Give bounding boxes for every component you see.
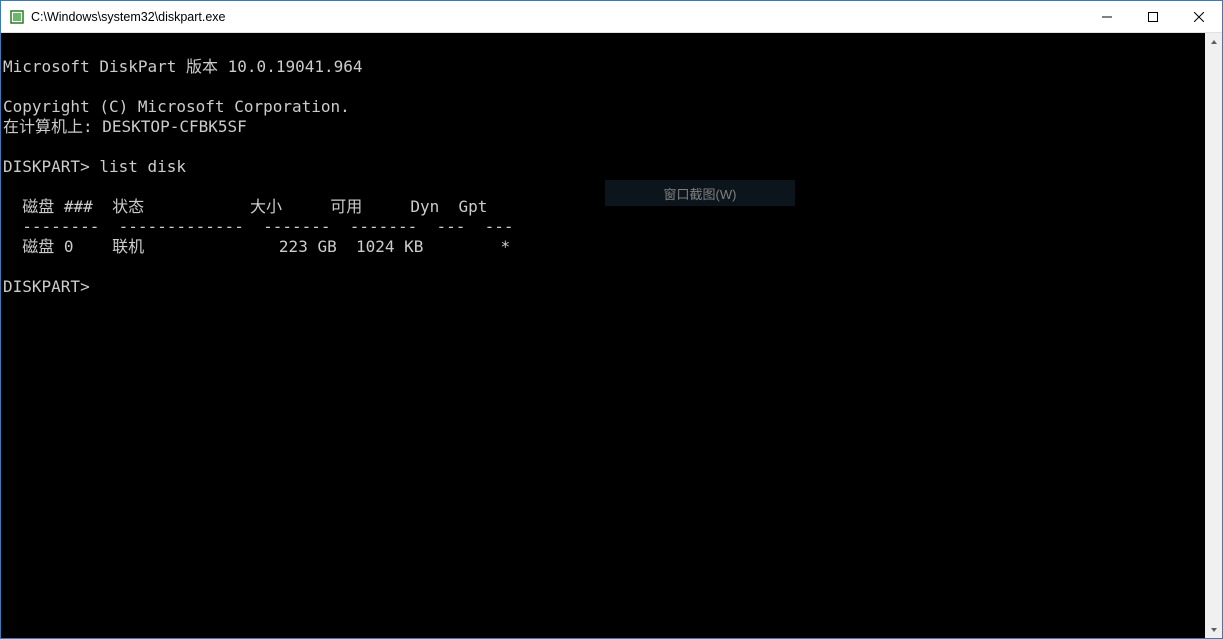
close-button[interactable] <box>1176 1 1222 32</box>
terminal-output[interactable]: Microsoft DiskPart 版本 10.0.19041.964 Cop… <box>1 33 1205 638</box>
output-line: -------- ------------- ------- ------- -… <box>3 217 514 236</box>
scrollbar-vertical[interactable] <box>1205 33 1222 638</box>
window-controls <box>1084 1 1222 32</box>
output-line: Copyright (C) Microsoft Corporation. <box>3 97 350 116</box>
window-title: C:\Windows\system32\diskpart.exe <box>31 10 1084 24</box>
maximize-button[interactable] <box>1130 1 1176 32</box>
output-line: 磁盘 ### 状态 大小 可用 Dyn Gpt <box>3 197 487 216</box>
output-line: DISKPART> list disk <box>3 157 186 176</box>
scroll-down-icon[interactable] <box>1205 621 1222 638</box>
minimize-button[interactable] <box>1084 1 1130 32</box>
output-line: Microsoft DiskPart 版本 10.0.19041.964 <box>3 57 363 76</box>
app-icon <box>9 9 25 25</box>
scroll-up-icon[interactable] <box>1205 33 1222 50</box>
terminal-container: Microsoft DiskPart 版本 10.0.19041.964 Cop… <box>1 33 1222 638</box>
output-line: 磁盘 0 联机 223 GB 1024 KB * <box>3 237 510 256</box>
scroll-track[interactable] <box>1205 50 1222 621</box>
overlay-label: 窗口截图(W) <box>664 184 737 203</box>
output-line: DISKPART> <box>3 277 90 296</box>
titlebar[interactable]: C:\Windows\system32\diskpart.exe <box>1 1 1222 33</box>
output-line: 在计算机上: DESKTOP-CFBK5SF <box>3 117 247 136</box>
screenshot-hint-overlay[interactable]: 窗口截图(W) <box>605 180 795 206</box>
